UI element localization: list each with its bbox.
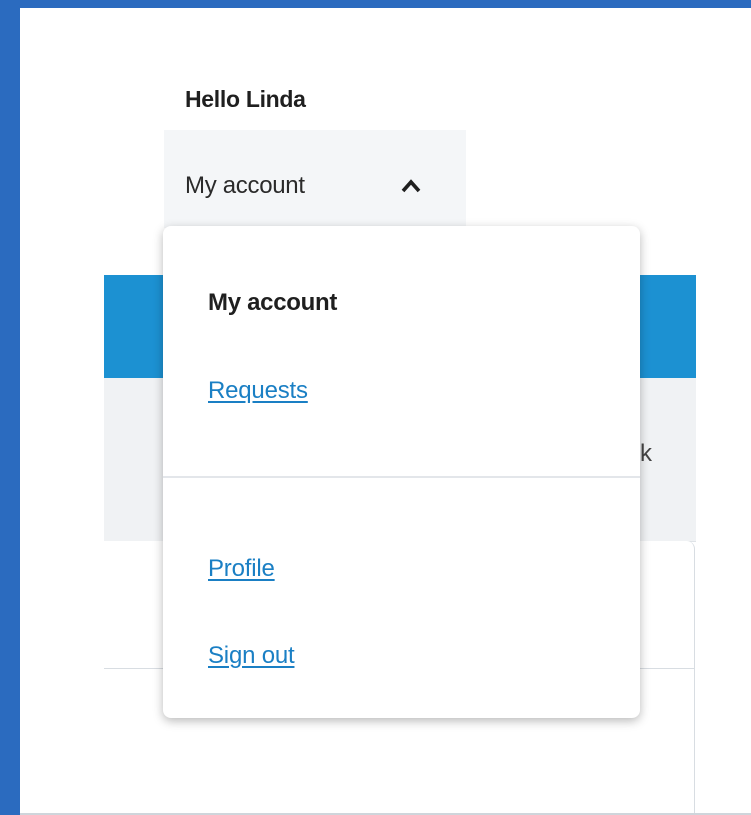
account-dropdown-menu: My account Requests Profile Sign out [163,226,640,718]
dropdown-heading: My account [208,289,338,316]
partially-hidden-text: k [640,440,652,467]
my-account-toggle-button[interactable]: My account [164,130,466,228]
chevron-up-icon [397,172,425,200]
dropdown-divider [163,476,640,478]
greeting-text: Hello Linda [185,86,306,112]
my-account-toggle-label: My account [185,172,305,199]
app-window: Hello Linda My account k My account Requ… [20,8,751,815]
sign-out-link[interactable]: Sign out [208,642,295,670]
requests-link[interactable]: Requests [208,377,308,405]
profile-link[interactable]: Profile [208,555,275,583]
